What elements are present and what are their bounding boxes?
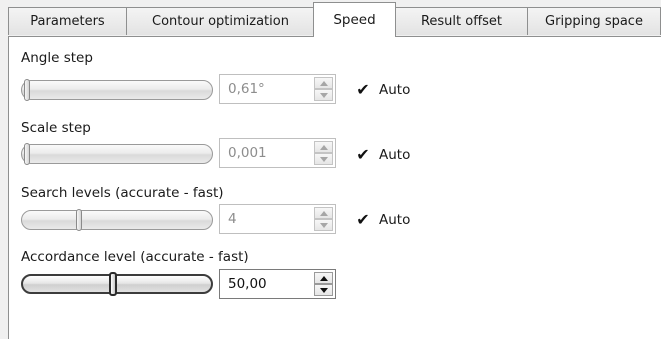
accordance-level-decrement-button[interactable] <box>314 284 333 296</box>
accordance-level-increment-button[interactable] <box>314 272 333 284</box>
tab-speed[interactable]: Speed <box>313 2 396 37</box>
accordance-level-label: Accordance level (accurate - fast) <box>21 249 249 265</box>
scale-step-value[interactable]: 0,001 <box>228 145 267 161</box>
search-levels-auto-checkbox[interactable]: ✔ Auto <box>355 210 411 229</box>
arrow-down-icon <box>319 222 328 228</box>
tab-strip: Parameters Contour optimization Result o… <box>0 0 661 37</box>
search-levels-decrement-button[interactable] <box>314 219 333 231</box>
arrow-up-icon <box>319 144 328 150</box>
accordance-level-spinbox[interactable]: 50,00 <box>219 269 336 299</box>
arrow-down-icon <box>319 287 328 293</box>
search-levels-label: Search levels (accurate - fast) <box>21 185 224 201</box>
scale-step-slider-thumb[interactable] <box>24 143 30 165</box>
search-levels-value[interactable]: 4 <box>228 211 237 227</box>
angle-step-increment-button[interactable] <box>314 77 333 89</box>
scale-step-spinbox[interactable]: 0,001 <box>219 138 336 168</box>
scale-step-label: Scale step <box>21 120 91 136</box>
checkmark-icon: ✔ <box>356 80 370 99</box>
accordance-level-slider[interactable] <box>21 272 213 296</box>
arrow-down-icon <box>319 92 328 98</box>
arrow-down-icon <box>319 156 328 162</box>
accordance-level-slider-thumb[interactable] <box>109 272 118 296</box>
scale-step-increment-button[interactable] <box>314 141 333 153</box>
search-levels-auto-label: Auto <box>379 212 411 228</box>
search-levels-slider-thumb[interactable] <box>76 209 83 231</box>
tab-result-offset[interactable]: Result offset <box>395 7 528 35</box>
scale-step-auto-label: Auto <box>379 147 411 163</box>
arrow-up-icon <box>319 80 328 86</box>
speed-panel: Angle step 0,61° ✔ Auto Scale step 0,001 <box>8 36 661 339</box>
arrow-up-icon <box>319 210 328 216</box>
angle-step-decrement-button[interactable] <box>314 89 333 101</box>
settings-window: Parameters Contour optimization Result o… <box>0 0 661 339</box>
accordance-level-value[interactable]: 50,00 <box>228 276 267 292</box>
angle-step-auto-label: Auto <box>379 82 411 98</box>
angle-step-slider[interactable] <box>21 79 213 101</box>
scale-step-auto-checkbox[interactable]: ✔ Auto <box>355 145 411 164</box>
tab-gripping-space[interactable]: Gripping space <box>527 7 661 35</box>
tab-parameters[interactable]: Parameters <box>8 7 127 35</box>
angle-step-spinbox[interactable]: 0,61° <box>219 74 336 104</box>
search-levels-increment-button[interactable] <box>314 207 333 219</box>
scale-step-slider[interactable] <box>21 143 213 165</box>
arrow-up-icon <box>319 275 328 281</box>
search-levels-spinbox[interactable]: 4 <box>219 204 336 234</box>
angle-step-label: Angle step <box>21 50 93 66</box>
angle-step-slider-thumb[interactable] <box>24 79 30 101</box>
scale-step-decrement-button[interactable] <box>314 153 333 165</box>
checkmark-icon: ✔ <box>356 210 370 229</box>
angle-step-auto-checkbox[interactable]: ✔ Auto <box>355 80 411 99</box>
angle-step-value[interactable]: 0,61° <box>228 81 265 97</box>
tab-contour-optimization[interactable]: Contour optimization <box>126 7 315 35</box>
search-levels-slider[interactable] <box>21 209 213 231</box>
checkmark-icon: ✔ <box>356 145 370 164</box>
